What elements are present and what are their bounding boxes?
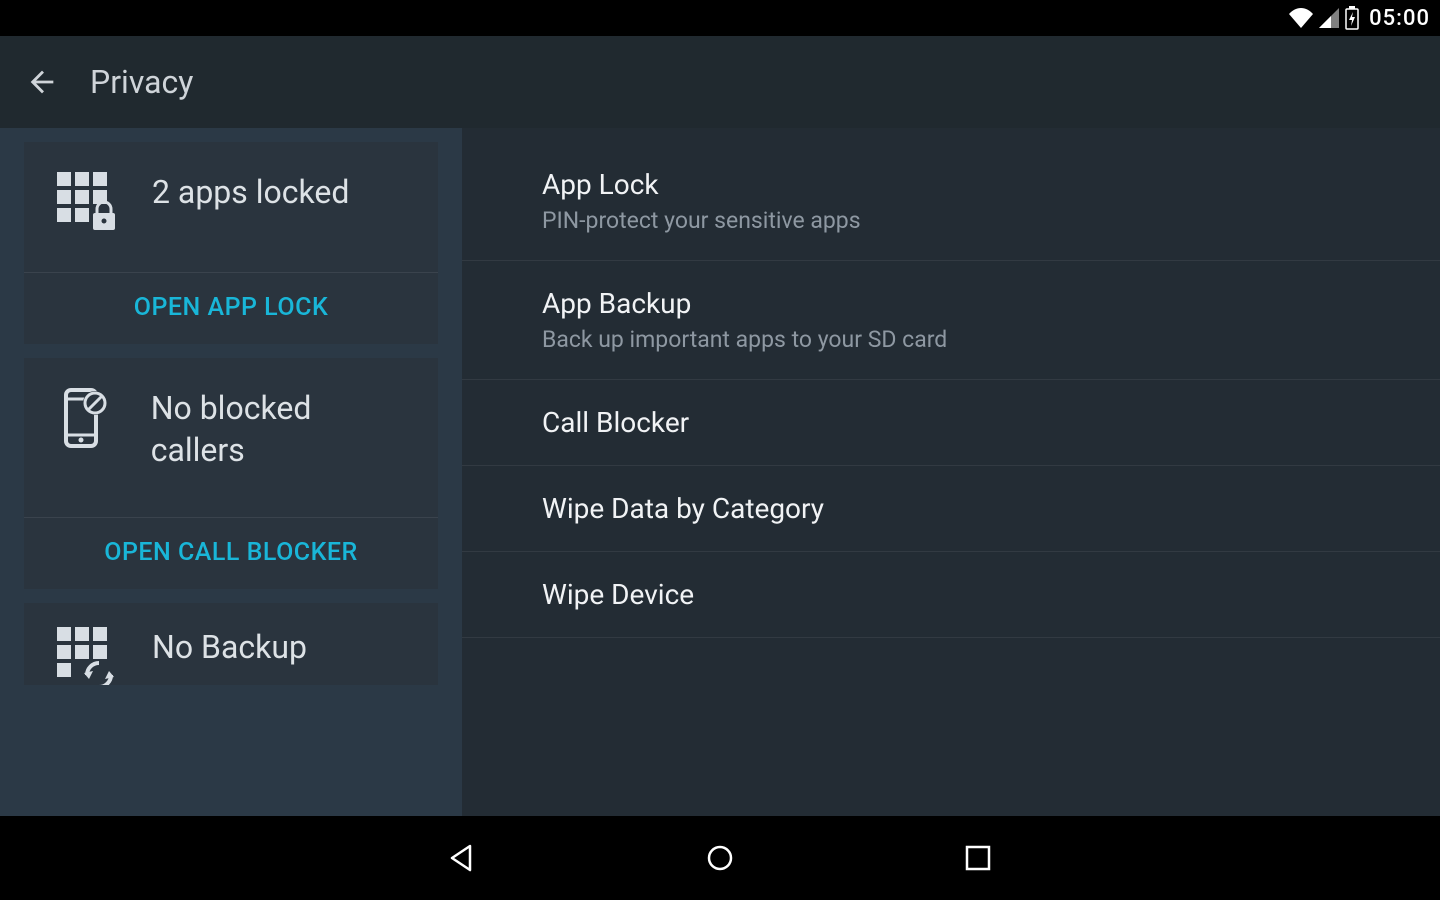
- card-title: 2 apps locked: [152, 172, 349, 214]
- right-pane: App Lock PIN-protect your sensitive apps…: [462, 128, 1440, 816]
- list-item-app-lock[interactable]: App Lock PIN-protect your sensitive apps: [462, 128, 1440, 261]
- card-title: No blocked callers: [151, 388, 408, 471]
- grid-lock-icon: [54, 172, 118, 230]
- list-item-title: App Backup: [542, 287, 1440, 320]
- content: 2 apps locked OPEN APP LOCK: [0, 128, 1440, 816]
- nav-recent-button[interactable]: [954, 834, 1002, 882]
- wifi-icon: [1289, 8, 1313, 28]
- cell-signal-icon: [1319, 8, 1339, 28]
- back-button[interactable]: [20, 60, 64, 104]
- status-clock: 05:00: [1369, 6, 1430, 31]
- list-item-title: Call Blocker: [542, 406, 1440, 439]
- list-item-call-blocker[interactable]: Call Blocker: [462, 380, 1440, 466]
- page-title: Privacy: [90, 63, 193, 101]
- list-item-title: App Lock: [542, 168, 1440, 201]
- list-item-wipe-device[interactable]: Wipe Device: [462, 552, 1440, 638]
- list-item-wipe-data-category[interactable]: Wipe Data by Category: [462, 466, 1440, 552]
- screen: 05:00 Privacy: [0, 0, 1440, 900]
- nav-home-button[interactable]: [696, 834, 744, 882]
- card-app-lock: 2 apps locked OPEN APP LOCK: [24, 142, 438, 344]
- phone-block-icon: [54, 388, 117, 448]
- status-bar: 05:00: [0, 0, 1440, 36]
- list-item-app-backup[interactable]: App Backup Back up important apps to you…: [462, 261, 1440, 380]
- open-app-lock-button[interactable]: OPEN APP LOCK: [24, 272, 438, 344]
- card-backup: No Backup: [24, 603, 438, 685]
- card-title: No Backup: [152, 627, 307, 669]
- list-item-subtitle: Back up important apps to your SD card: [542, 326, 1440, 353]
- app-bar: Privacy: [0, 36, 1440, 128]
- nav-bar: [0, 816, 1440, 900]
- nav-back-button[interactable]: [438, 834, 486, 882]
- card-call-blocker: No blocked callers OPEN CALL BLOCKER: [24, 358, 438, 589]
- battery-charging-icon: [1345, 6, 1359, 30]
- list-item-title: Wipe Device: [542, 578, 1440, 611]
- left-pane: 2 apps locked OPEN APP LOCK: [0, 128, 462, 816]
- list-item-subtitle: PIN-protect your sensitive apps: [542, 207, 1440, 234]
- open-call-blocker-button[interactable]: OPEN CALL BLOCKER: [24, 517, 438, 589]
- grid-sync-icon: [54, 627, 118, 685]
- list-item-title: Wipe Data by Category: [542, 492, 1440, 525]
